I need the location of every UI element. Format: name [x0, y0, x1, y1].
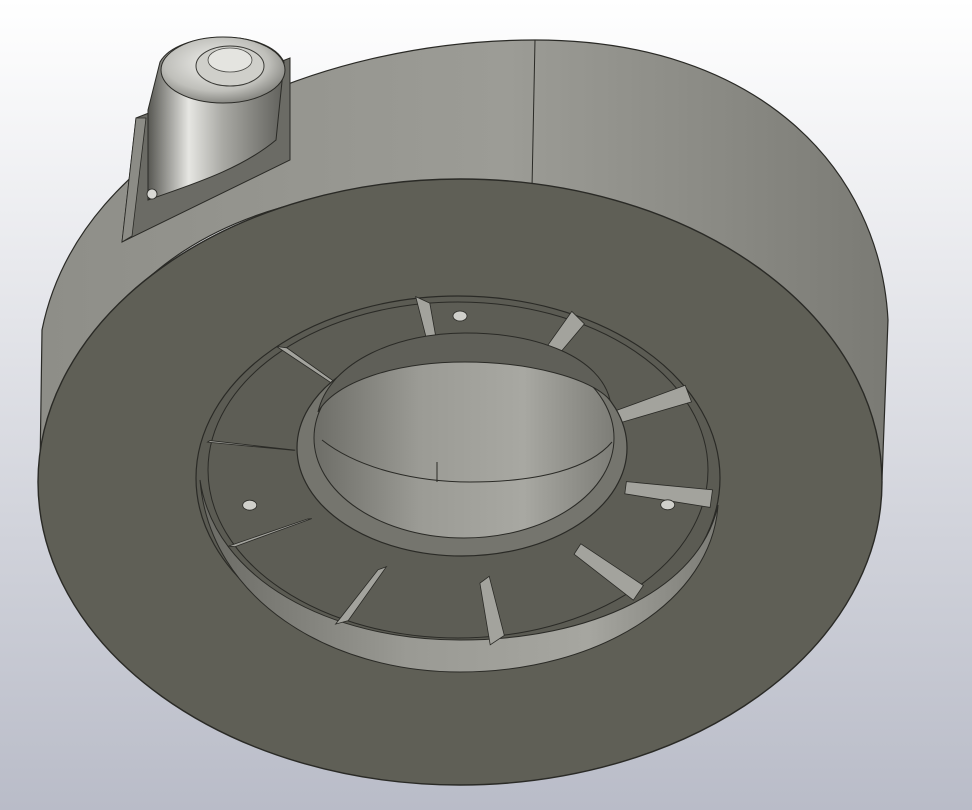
motor-shaft: [207, 47, 253, 73]
screw-hole-icon: [660, 499, 676, 511]
model-render[interactable]: [0, 0, 972, 810]
mount-screw-icon: [146, 188, 158, 200]
screw-hole-icon: [242, 499, 258, 511]
screw-hole-icon: [452, 310, 468, 322]
3d-model-viewport[interactable]: [0, 0, 972, 810]
